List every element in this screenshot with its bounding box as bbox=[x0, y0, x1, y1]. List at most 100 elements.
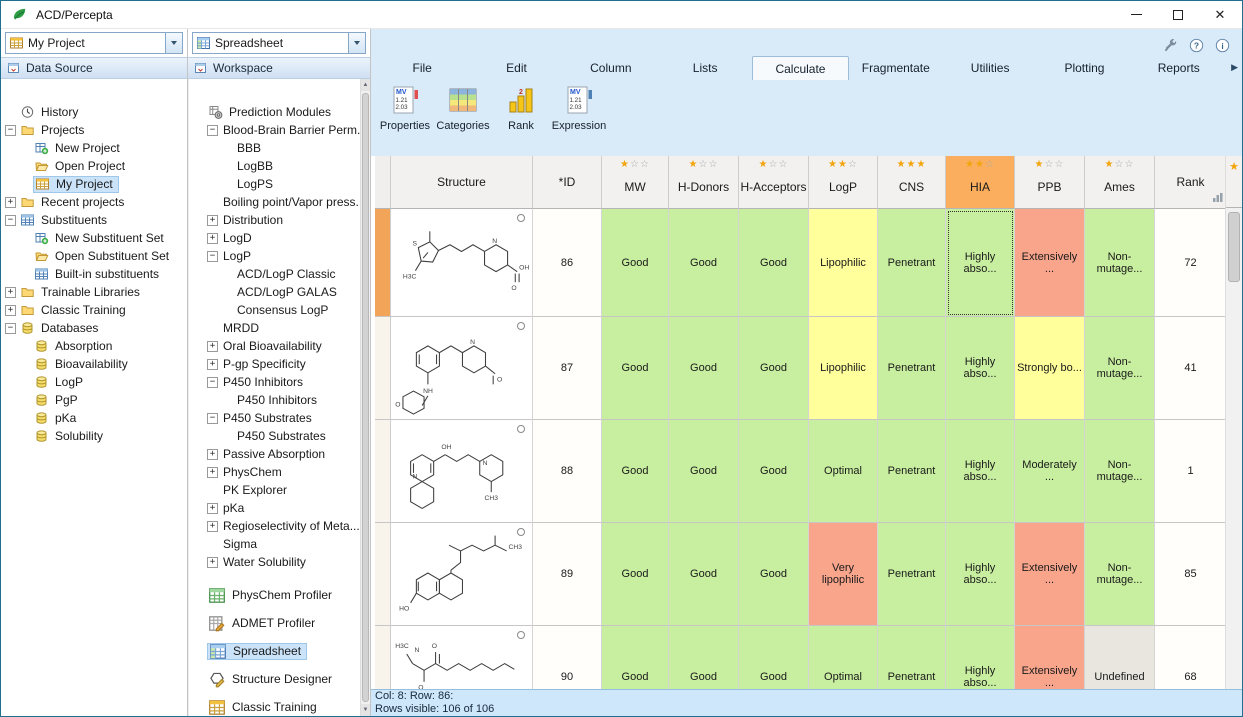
column-header-cns[interactable]: ★★★CNS bbox=[878, 156, 946, 209]
menu-tab-reports[interactable]: Reports bbox=[1132, 56, 1226, 80]
mw-cell-86[interactable]: Good bbox=[602, 209, 669, 317]
ppb-cell-86[interactable]: Extensively ... bbox=[1015, 209, 1085, 317]
h-acceptors-cell-90[interactable]: Good bbox=[739, 626, 809, 689]
data-source-item-bioavailability[interactable]: Bioavailability bbox=[1, 355, 187, 373]
h-acceptors-cell-88[interactable]: Good bbox=[739, 420, 809, 523]
tree-expander-icon[interactable]: + bbox=[5, 197, 16, 208]
scrollbar-thumb[interactable] bbox=[1228, 212, 1240, 282]
hia-cell-90[interactable]: Highly abso... bbox=[946, 626, 1015, 689]
ames-cell-88[interactable]: Non-mutage... bbox=[1085, 420, 1155, 523]
ames-cell-86[interactable]: Non-mutage... bbox=[1085, 209, 1155, 317]
menu-tab-lists[interactable]: Lists bbox=[658, 56, 752, 80]
data-source-item-recent-projects[interactable]: +Recent projects bbox=[1, 193, 187, 211]
tree-expander-icon[interactable]: + bbox=[207, 341, 218, 352]
tree-expander-icon[interactable]: − bbox=[207, 125, 218, 136]
menu-tab-calculate[interactable]: Calculate bbox=[752, 56, 848, 80]
workspace-item-consensus-logp[interactable]: Consensus LogP bbox=[189, 301, 360, 319]
cns-cell-89[interactable]: Penetrant bbox=[878, 523, 946, 626]
tabs-overflow-arrow-icon[interactable]: ▶ bbox=[1231, 62, 1238, 73]
mw-cell-90[interactable]: Good bbox=[602, 626, 669, 689]
data-source-item-open-project[interactable]: Open Project bbox=[1, 157, 187, 175]
scrollbar-thumb[interactable] bbox=[362, 93, 369, 702]
priority-stars[interactable]: ★★☆ bbox=[828, 156, 858, 171]
ppb-cell-89[interactable]: Extensively ... bbox=[1015, 523, 1085, 626]
tree-expander-icon[interactable]: − bbox=[5, 215, 16, 226]
workspace-item-p450-substrates[interactable]: −P450 Substrates bbox=[189, 409, 360, 427]
data-source-item-solubility[interactable]: Solubility bbox=[1, 427, 187, 445]
priority-stars[interactable]: ★☆☆ bbox=[1105, 156, 1135, 171]
data-source-item-pka[interactable]: pKa bbox=[1, 409, 187, 427]
ames-cell-90[interactable]: Undefined bbox=[1085, 626, 1155, 689]
ppb-cell-88[interactable]: Moderately ... bbox=[1015, 420, 1085, 523]
expression-button[interactable]: MV1.212.03Expression bbox=[551, 83, 607, 155]
ppb-cell-90[interactable]: Extensively ... bbox=[1015, 626, 1085, 689]
logp-cell-87[interactable]: Lipophilic bbox=[809, 317, 878, 420]
data-source-item-open-substituent-set[interactable]: Open Substituent Set bbox=[1, 247, 187, 265]
project-dropdown-button[interactable] bbox=[165, 33, 182, 53]
menu-tab-plotting[interactable]: Plotting bbox=[1037, 56, 1131, 80]
workspace-item-water-solubility[interactable]: +Water Solubility bbox=[189, 553, 360, 571]
structure-cell-86[interactable]: SNOHOH3C bbox=[391, 209, 533, 317]
rank-button[interactable]: 2Rank bbox=[493, 83, 549, 155]
data-source-item-history[interactable]: History bbox=[1, 103, 187, 121]
logp-cell-90[interactable]: Optimal bbox=[809, 626, 878, 689]
tree-expander-icon[interactable]: + bbox=[5, 287, 16, 298]
data-source-item-new-project[interactable]: New Project bbox=[1, 139, 187, 157]
tree-expander-icon[interactable]: + bbox=[5, 305, 16, 316]
close-button[interactable]: ✕ bbox=[1199, 1, 1241, 28]
categories-button[interactable]: Categories bbox=[435, 83, 491, 155]
logp-cell-88[interactable]: Optimal bbox=[809, 420, 878, 523]
column-header-structure[interactable]: Structure bbox=[391, 156, 533, 209]
tree-expander-icon[interactable]: + bbox=[207, 503, 218, 514]
cns-cell-88[interactable]: Penetrant bbox=[878, 420, 946, 523]
workspace-item-logd[interactable]: +LogD bbox=[189, 229, 360, 247]
rank-cell-86[interactable]: 72 bbox=[1155, 209, 1227, 317]
workspace-item-blood-brain-barrier-perm[interactable]: −Blood-Brain Barrier Perm... bbox=[189, 121, 360, 139]
tree-expander-icon[interactable]: + bbox=[207, 359, 218, 370]
workspace-item-sigma[interactable]: Sigma bbox=[189, 535, 360, 553]
workspace-item-pk-explorer[interactable]: PK Explorer bbox=[189, 481, 360, 499]
workspace-item-distribution[interactable]: +Distribution bbox=[189, 211, 360, 229]
h-donors-cell-86[interactable]: Good bbox=[669, 209, 739, 317]
workspace-item-p450-inhibitors[interactable]: −P450 Inhibitors bbox=[189, 373, 360, 391]
priority-stars[interactable]: ★☆☆ bbox=[689, 156, 719, 171]
workspace-item-logps[interactable]: LogPS bbox=[189, 175, 360, 193]
workspace-item-boiling-point-vapor-press[interactable]: Boiling point/Vapor press... bbox=[189, 193, 360, 211]
mw-cell-88[interactable]: Good bbox=[602, 420, 669, 523]
tools-icon[interactable] bbox=[1163, 38, 1178, 53]
help-icon[interactable]: ? bbox=[1189, 38, 1204, 53]
workspace-item-logbb[interactable]: LogBB bbox=[189, 157, 360, 175]
workspace-item-p450-substrates[interactable]: P450 Substrates bbox=[189, 427, 360, 445]
workspace-item-admet-profiler[interactable]: ADMET Profiler bbox=[189, 609, 360, 637]
menu-tab-utilities[interactable]: Utilities bbox=[943, 56, 1037, 80]
workspace-item-p-gp-specificity[interactable]: +P-gp Specificity bbox=[189, 355, 360, 373]
ames-cell-89[interactable]: Non-mutage... bbox=[1085, 523, 1155, 626]
tree-expander-icon[interactable]: + bbox=[207, 233, 218, 244]
id-cell-87[interactable]: 87 bbox=[533, 317, 602, 420]
row-marker-88[interactable] bbox=[375, 420, 391, 523]
column-header-logp[interactable]: ★★☆LogP bbox=[809, 156, 878, 209]
mw-cell-87[interactable]: Good bbox=[602, 317, 669, 420]
workspace-item-prediction-modules[interactable]: Prediction Modules bbox=[189, 103, 360, 121]
id-cell-88[interactable]: 88 bbox=[533, 420, 602, 523]
priority-stars[interactable]: ★☆☆ bbox=[620, 156, 650, 171]
h-acceptors-cell-87[interactable]: Good bbox=[739, 317, 809, 420]
workspace-item-bbb[interactable]: BBB bbox=[189, 139, 360, 157]
workspace-item-regioselectivity-of-meta[interactable]: +Regioselectivity of Meta... bbox=[189, 517, 360, 535]
tree-expander-icon[interactable]: + bbox=[207, 521, 218, 532]
menu-tab-edit[interactable]: Edit bbox=[469, 56, 563, 80]
logp-cell-89[interactable]: Very lipophilic bbox=[809, 523, 878, 626]
rank-cell-87[interactable]: 41 bbox=[1155, 317, 1227, 420]
tree-expander-icon[interactable]: − bbox=[5, 323, 16, 334]
ppb-cell-87[interactable]: Strongly bo... bbox=[1015, 317, 1085, 420]
workspace-item-mrdd[interactable]: MRDD bbox=[189, 319, 360, 337]
workspace-item-oral-bioavailability[interactable]: +Oral Bioavailability bbox=[189, 337, 360, 355]
tree-expander-icon[interactable]: − bbox=[207, 251, 218, 262]
data-source-item-my-project[interactable]: My Project bbox=[1, 175, 187, 193]
data-source-item-trainable-libraries[interactable]: +Trainable Libraries bbox=[1, 283, 187, 301]
priority-stars[interactable]: ★★★ bbox=[897, 156, 927, 171]
menu-tab-column[interactable]: Column bbox=[564, 56, 658, 80]
tree-expander-icon[interactable]: + bbox=[207, 557, 218, 568]
view-dropdown-button[interactable] bbox=[348, 33, 365, 53]
tree-expander-icon[interactable]: − bbox=[207, 413, 218, 424]
